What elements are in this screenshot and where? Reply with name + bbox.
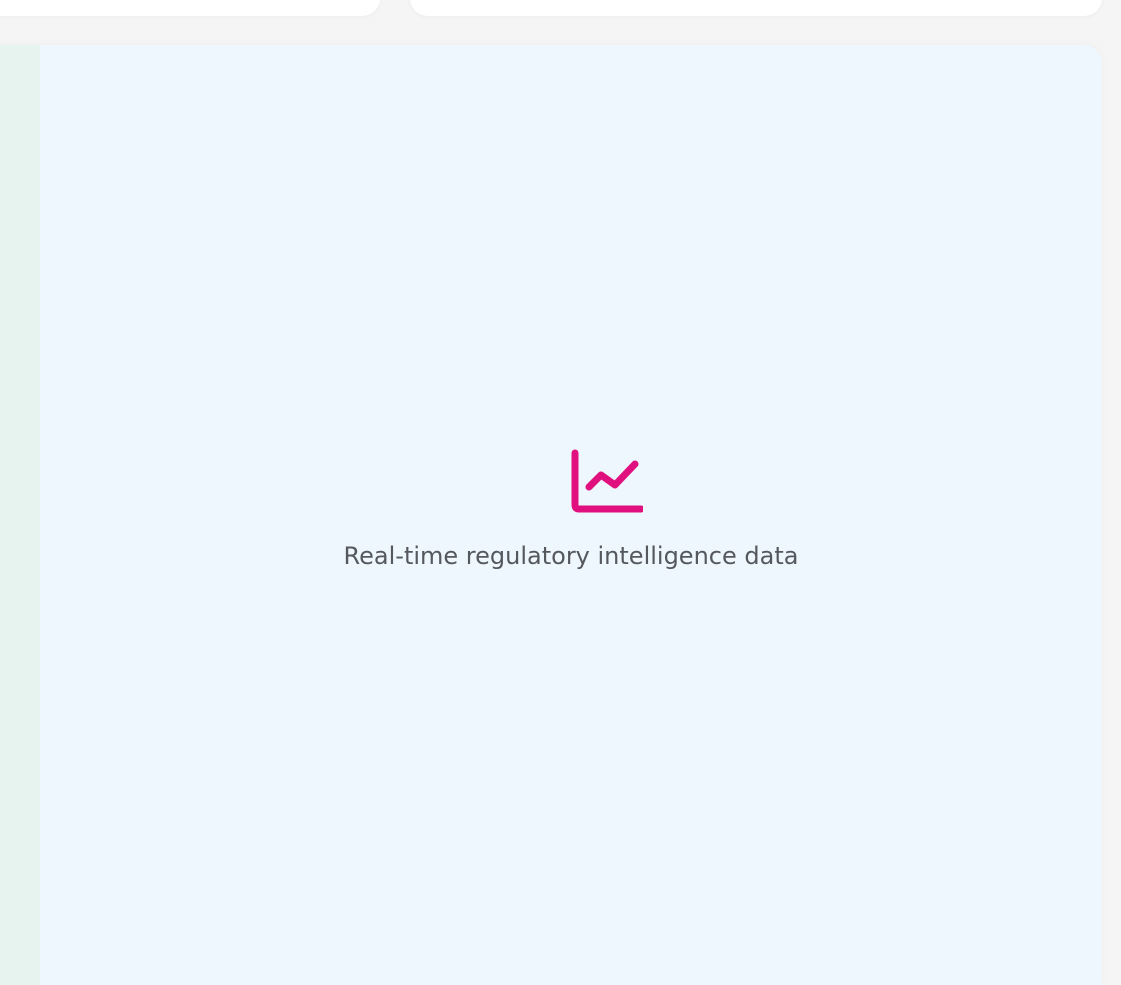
top-right-card [410,0,1102,16]
line-chart-icon [571,449,643,513]
chart-placeholder: Real-time regulatory intelligence data [20,45,1102,985]
placeholder-message: Real-time regulatory intelligence data [20,542,1102,570]
main-panel: Real-time regulatory intelligence data [0,45,1102,985]
placeholder-message-text: Real-time regulatory intelligence data [343,542,799,570]
top-left-card [0,0,380,16]
